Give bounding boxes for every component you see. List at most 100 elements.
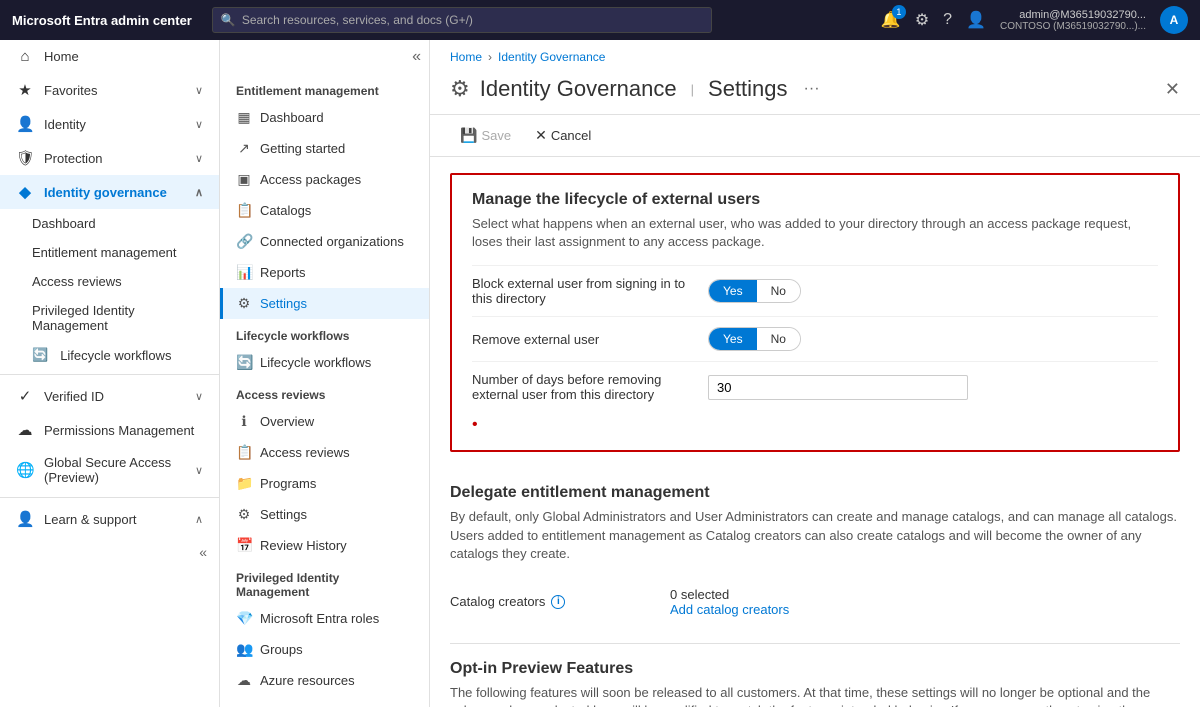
permissions-icon: ☁ [16,421,34,439]
sub-nav-access-packages[interactable]: ▣ Access packages [220,164,429,195]
page-close-button[interactable]: ✕ [1165,79,1180,100]
sidebar-label-pim: Privileged Identity Management [32,303,203,333]
sidebar-collapse-icon[interactable]: « [199,544,207,560]
sub-nav-getting-started[interactable]: ↗ Getting started [220,133,429,164]
sidebar-item-global-secure[interactable]: 🌐 Global Secure Access (Preview) ∨ [0,447,219,493]
catalog-creators-value-column: 0 selected Add catalog creators [670,587,789,617]
reports-icon: 📊 [236,264,252,281]
sub-nav-reports[interactable]: 📊 Reports [220,257,429,288]
toggle-remove-user-no[interactable]: No [757,328,800,350]
chevron-up-icon: ∧ [195,186,203,199]
notifications-icon[interactable]: 🔔 1 [881,10,901,30]
sub-nav-programs[interactable]: 📁 Programs [220,468,429,499]
sub-nav-entra-roles[interactable]: 💎 Microsoft Entra roles [220,603,429,634]
entra-roles-icon: 💎 [236,610,252,627]
access-reviews-item-icon: 📋 [236,444,252,461]
catalog-creators-row: Catalog creators i 0 selected Add catalo… [450,577,1180,627]
breadcrumb-separator: › [488,50,492,64]
sub-nav-lifecycle-workflows[interactable]: 🔄 Lifecycle workflows [220,347,429,378]
catalog-creators-value: 0 selected [670,587,789,602]
sub-nav-settings-ar[interactable]: ⚙ Settings [220,499,429,530]
page-header: ⚙ Identity Governance | Settings ··· ✕ [430,68,1200,115]
breadcrumb-current[interactable]: Identity Governance [498,50,605,64]
settings-icon[interactable]: ⚙ [915,10,929,30]
sub-section-header-lifecycle: Lifecycle workflows [220,319,429,347]
sidebar-label-favorites: Favorites [44,83,97,98]
breadcrumb-home[interactable]: Home [450,50,482,64]
user-avatar[interactable]: A [1160,6,1188,34]
help-icon[interactable]: ? [943,11,952,29]
sub-nav-label-lifecycle-workflows: Lifecycle workflows [260,355,371,370]
preview-section-title: Opt-in Preview Features [450,660,1180,678]
content-area: Home › Identity Governance ⚙ Identity Go… [430,40,1200,707]
setting-row-remove-user: Remove external user Yes No [472,316,1158,361]
sidebar-item-verified-id[interactable]: ✓ Verified ID ∨ [0,379,219,413]
sub-nav-dashboard[interactable]: ▦ Dashboard [220,102,429,133]
sidebar-item-learn[interactable]: 👤 Learn & support ∧ [0,502,219,536]
delegate-section: Delegate entitlement management By defau… [450,468,1180,644]
cancel-button[interactable]: ✕ Cancel [525,123,601,148]
toggle-remove-user-yes[interactable]: Yes [709,328,757,350]
sidebar-label-home: Home [44,49,79,64]
sidebar-label-entitlement-management: Entitlement management [32,245,177,260]
cancel-label: Cancel [551,128,591,143]
toggle-block-signin[interactable]: Yes No [708,279,801,303]
toolbar: 💾 Save ✕ Cancel [430,115,1200,157]
sub-nav-settings[interactable]: ⚙ Settings [220,288,429,319]
sub-nav-review-history[interactable]: 📅 Review History [220,530,429,561]
sub-nav-connected-orgs[interactable]: 🔗 Connected organizations [220,226,429,257]
user-info: admin@M36519032790... CONTOSO (M36519032… [1000,9,1146,32]
sidebar-item-pim[interactable]: Privileged Identity Management [0,296,219,340]
identity-icon: 👤 [16,115,34,133]
sub-nav-groups[interactable]: 👥 Groups [220,634,429,665]
days-input[interactable] [708,375,968,400]
sub-nav-label-overview: Overview [260,414,314,429]
sub-nav-label-review-history: Review History [260,538,347,553]
catalog-creators-info-icon[interactable]: i [551,595,565,609]
sidebar-item-entitlement-management[interactable]: Entitlement management [0,238,219,267]
page-more-icon[interactable]: ··· [804,80,820,98]
page-title: Identity Governance [480,76,677,102]
preview-section: Opt-in Preview Features The following fe… [450,644,1180,707]
settings-icon: ⚙ [236,295,252,312]
sub-nav-label-access-reviews-item: Access reviews [260,445,350,460]
top-navigation: Microsoft Entra admin center 🔍 Search re… [0,0,1200,40]
sub-nav-label-programs: Programs [260,476,316,491]
setting-label-days: Number of days before removing external … [472,372,692,402]
sub-nav-catalogs[interactable]: 📋 Catalogs [220,195,429,226]
sub-sidebar-collapse-button[interactable]: « [412,48,421,66]
catalogs-icon: 📋 [236,202,252,219]
sidebar-item-home[interactable]: ⌂ Home [0,40,219,73]
save-button[interactable]: 💾 Save [450,123,521,148]
search-bar[interactable]: 🔍 Search resources, services, and docs (… [212,7,712,33]
toggle-block-signin-no[interactable]: No [757,280,800,302]
cancel-icon: ✕ [535,127,547,144]
sidebar-item-favorites[interactable]: ★ Favorites ∨ [0,73,219,107]
sidebar-divider-2 [0,497,219,498]
sub-nav-label-reports: Reports [260,265,306,280]
sidebar-label-verified-id: Verified ID [44,389,104,404]
feedback-icon[interactable]: 👤 [966,10,986,30]
sub-nav-label-azure-resources: Azure resources [260,673,355,688]
sidebar-label-learn: Learn & support [44,512,137,527]
toggle-remove-user[interactable]: Yes No [708,327,801,351]
sub-nav-overview[interactable]: ℹ Overview [220,406,429,437]
add-catalog-creators-link[interactable]: Add catalog creators [670,602,789,617]
sidebar-item-dashboard[interactable]: Dashboard [0,209,219,238]
sidebar-item-protection[interactable]: 🛡 Protection ∨ [0,141,219,175]
sidebar-item-identity[interactable]: 👤 Identity ∨ [0,107,219,141]
sidebar-item-permissions[interactable]: ☁ Permissions Management [0,413,219,447]
toggle-block-signin-yes[interactable]: Yes [709,280,757,302]
delegate-section-desc: By default, only Global Administrators a… [450,508,1180,563]
sidebar-item-lifecycle[interactable]: 🔄 Lifecycle workflows [0,340,219,370]
sidebar-item-identity-governance[interactable]: ◆ Identity governance ∧ [0,175,219,209]
sidebar-item-access-reviews[interactable]: Access reviews [0,267,219,296]
page-header-icon: ⚙ [450,76,470,102]
left-sidebar: ⌂ Home ★ Favorites ∨ 👤 Identity ∨ 🛡 Prot… [0,40,220,707]
sub-nav-access-reviews-item[interactable]: 📋 Access reviews [220,437,429,468]
notification-badge: 1 [892,5,906,19]
preview-section-desc: The following features will soon be rele… [450,684,1180,707]
sub-nav-azure-resources[interactable]: ☁ Azure resources [220,665,429,696]
sub-nav-label-entra-roles: Microsoft Entra roles [260,611,379,626]
learn-icon: 👤 [16,510,34,528]
